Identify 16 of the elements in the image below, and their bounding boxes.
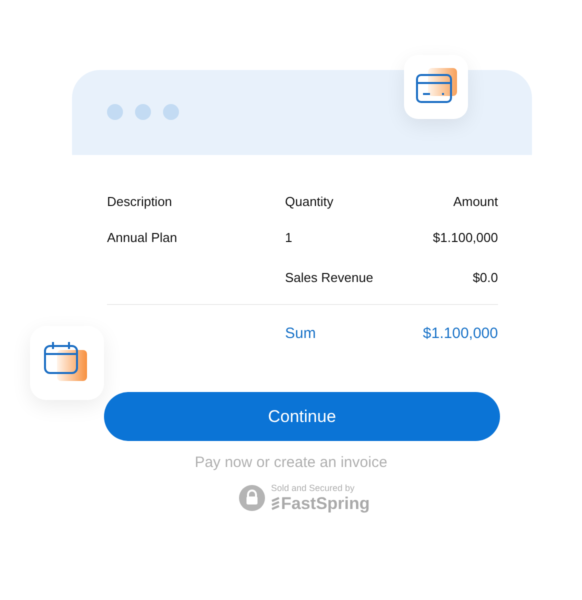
total-label: Sum [285, 324, 317, 344]
continue-button[interactable]: Continue [104, 392, 500, 441]
table-cell-text: Sales Revenue [285, 269, 374, 288]
table-cell-text: Annual Plan [107, 229, 178, 248]
footer-text: Pay now or create an invoice [194, 453, 388, 473]
column-header: Amount [452, 193, 498, 212]
secured-label: Sold and Secured by [271, 484, 356, 493]
lock-icon [239, 485, 265, 511]
column-header: Quantity [285, 193, 334, 212]
column-header: Description [107, 193, 174, 212]
table-cell-text: 1 [285, 229, 294, 248]
brand-name: FastSpring [281, 495, 370, 512]
table-cell-text: $1.100,000 [432, 229, 498, 248]
logo-icon [271, 496, 280, 510]
table-cell-text: $0.0 [472, 269, 498, 288]
total-value: $1.100,000 [422, 324, 498, 344]
